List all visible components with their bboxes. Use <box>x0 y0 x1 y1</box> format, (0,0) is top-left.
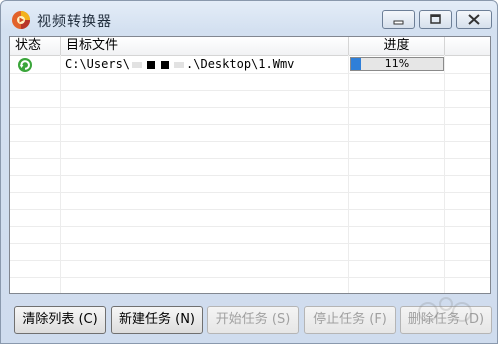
progress-bar: 11% <box>350 57 444 71</box>
grid-line <box>10 73 490 74</box>
file-path-prefix: C:\Users\ <box>65 57 131 71</box>
window-title: 视频转换器 <box>37 14 112 30</box>
task-row[interactable]: C:\Users\ .\Desktop\1.Wmv 11% <box>10 56 490 73</box>
app-window: 视频转换器 状态 目标文件 进度 C:\Users\ .\Desktop\1.W… <box>0 0 498 344</box>
redaction-mark <box>174 61 185 68</box>
button-bar: 清除列表 (C) 新建任务 (N) 开始任务 (S) 停止任务 (F) 删除任务… <box>1 306 497 336</box>
column-header-target-file[interactable]: 目标文件 <box>61 37 349 55</box>
green-refresh-icon <box>18 58 32 72</box>
start-task-button[interactable]: 开始任务 (S) <box>207 306 299 334</box>
target-file-path: C:\Users\ .\Desktop\1.Wmv <box>65 57 294 71</box>
title-bar[interactable]: 视频转换器 <box>1 1 497 35</box>
grid-line <box>10 107 490 108</box>
list-header: 状态 目标文件 进度 <box>10 37 490 56</box>
delete-task-button[interactable]: 删除任务 (D) <box>400 306 492 334</box>
grid-line <box>10 158 490 159</box>
redaction-mark <box>132 61 143 68</box>
column-header-progress[interactable]: 进度 <box>349 37 445 55</box>
maximize-button[interactable] <box>419 10 452 29</box>
grid-line <box>10 124 490 125</box>
grid-line <box>10 226 490 227</box>
close-button[interactable] <box>456 10 492 29</box>
column-header-status[interactable]: 状态 <box>10 37 61 55</box>
redaction-mark <box>147 60 156 69</box>
column-header-empty[interactable] <box>445 37 490 55</box>
task-list[interactable]: 状态 目标文件 进度 C:\Users\ .\Desktop\1.Wmv 11% <box>9 36 491 294</box>
grid-line <box>10 209 490 210</box>
app-icon <box>12 11 30 29</box>
clear-list-button[interactable]: 清除列表 (C) <box>14 306 106 334</box>
minimize-button[interactable] <box>382 10 415 29</box>
maximize-icon <box>430 14 441 24</box>
close-icon <box>468 14 480 25</box>
grid-line <box>10 175 490 176</box>
grid-line <box>10 277 490 278</box>
redaction-mark <box>161 60 170 69</box>
progress-label: 11% <box>384 57 410 70</box>
grid-line <box>10 243 490 244</box>
stop-task-button[interactable]: 停止任务 (F) <box>304 306 396 334</box>
minimize-icon <box>393 20 404 25</box>
grid-line <box>10 192 490 193</box>
new-task-button[interactable]: 新建任务 (N) <box>111 306 203 334</box>
file-path-suffix: .\Desktop\1.Wmv <box>186 57 295 71</box>
grid-line <box>10 260 490 261</box>
grid-line <box>10 141 490 142</box>
grid-line <box>10 90 490 91</box>
